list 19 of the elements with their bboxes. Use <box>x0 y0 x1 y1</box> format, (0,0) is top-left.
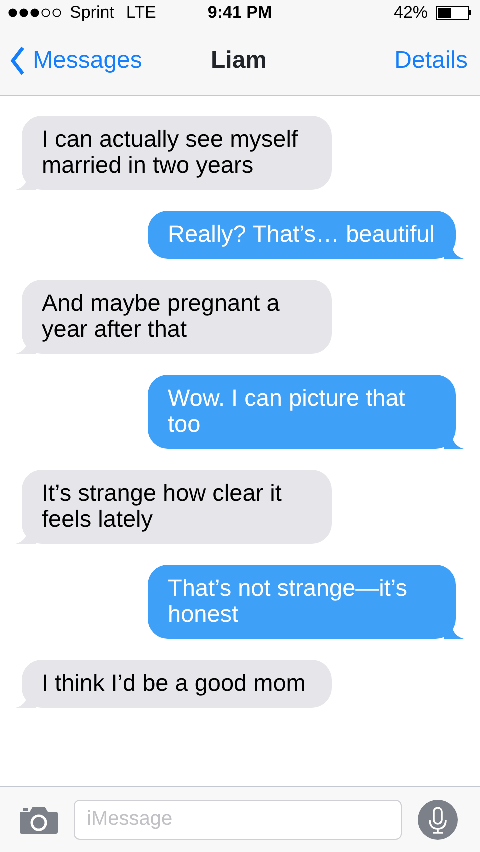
clock: 9:41 PM <box>206 2 274 24</box>
battery-percentage: 42% <box>394 2 428 24</box>
chevron-icon <box>10 46 25 76</box>
sent-message-bubble: Really? That’s… beautiful <box>148 211 464 259</box>
sent-message-bubble: That’s not strange—it’s honest <box>148 565 464 639</box>
message-input[interactable]: iMessage <box>74 800 402 840</box>
camera-icon[interactable] <box>20 806 58 834</box>
sent-message-bubble: Wow. I can picture that too <box>148 375 464 449</box>
battery-icon <box>436 6 472 20</box>
received-message-bubble: It’s strange how clear it feels lately <box>16 470 332 544</box>
details-link[interactable]: Details <box>394 46 468 74</box>
network-type: LTE <box>126 2 156 24</box>
received-message-bubble: And maybe pregnant a year after that <box>16 280 332 354</box>
contact-name: Liam <box>211 46 268 76</box>
received-message-bubble: I can actually see myself married in two years <box>16 116 332 190</box>
microphone-icon[interactable] <box>418 800 458 840</box>
carrier-name: Sprint <box>70 2 114 24</box>
received-message-bubble: I think I’d be a good mom <box>16 660 332 708</box>
back-button[interactable]: Messages <box>10 42 211 78</box>
